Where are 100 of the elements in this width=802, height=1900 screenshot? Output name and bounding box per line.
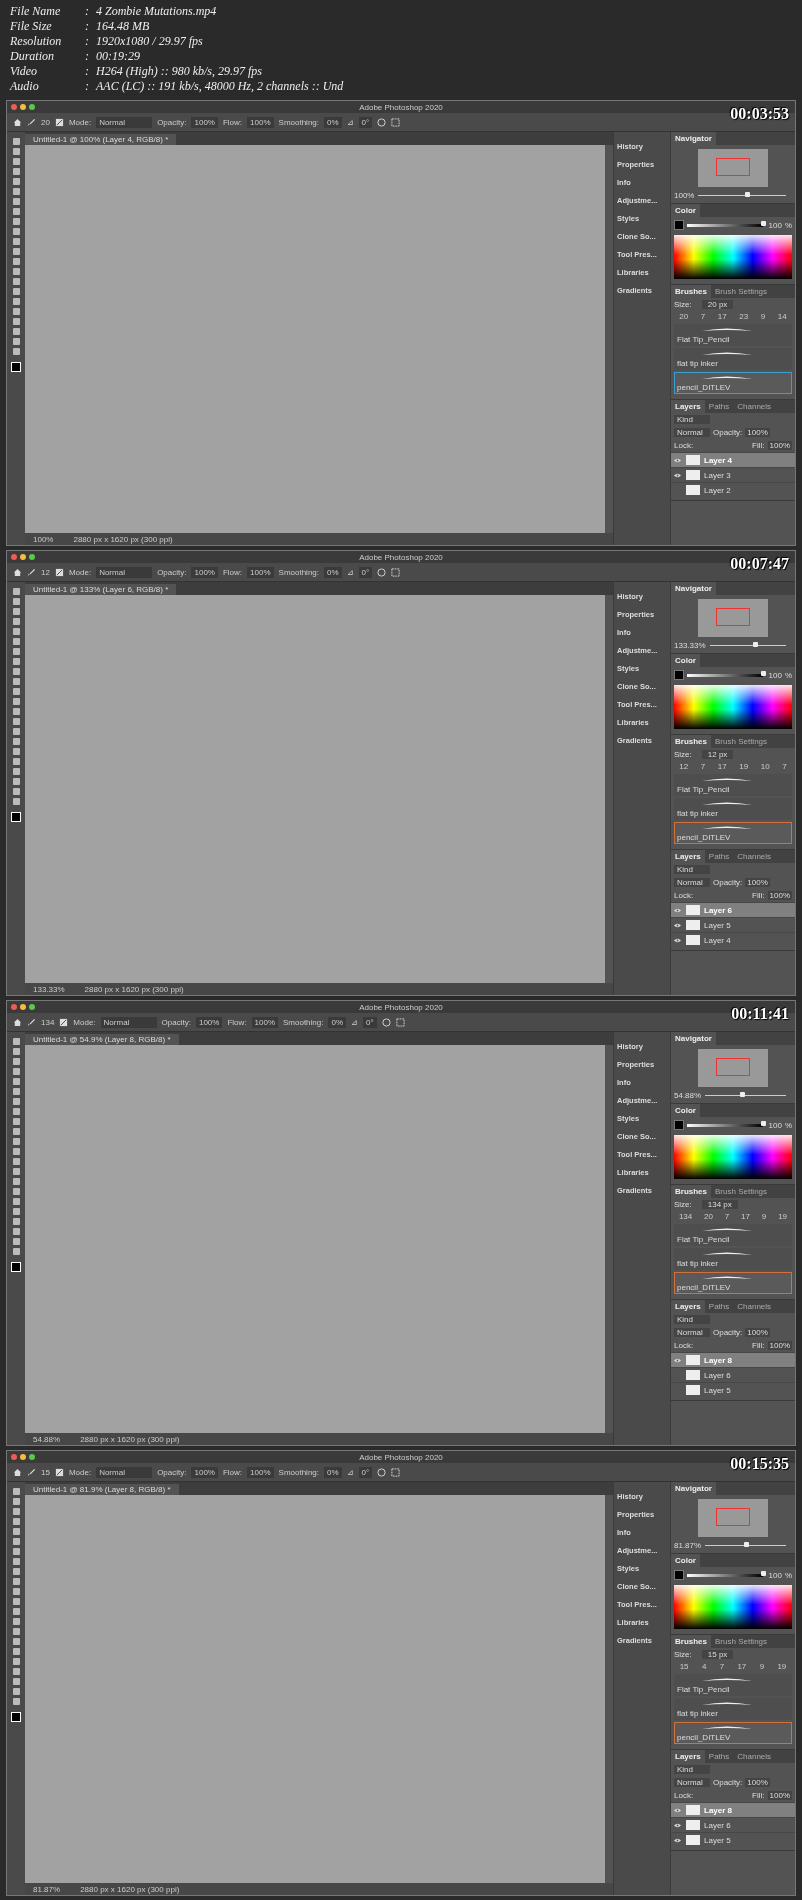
brush-preset[interactable]: 7 (700, 312, 706, 321)
panel-tab[interactable]: Layers (671, 1300, 705, 1313)
panel-tab[interactable]: Channels (733, 400, 776, 413)
color-value[interactable]: 100 (768, 1120, 782, 1130)
opacity-field[interactable]: 100% (745, 428, 770, 437)
brush-preset[interactable]: 19 (739, 762, 749, 771)
panel-tab[interactable]: Brush Settings (711, 285, 772, 298)
panel-tab[interactable]: Channels (733, 850, 776, 863)
size-field[interactable]: 20 px (701, 300, 734, 309)
eye-icon[interactable] (674, 472, 681, 478)
eye-icon[interactable] (674, 1837, 681, 1843)
document-tab[interactable]: Untitled-1 @ 133% (Layer 6, RGB/8) * (25, 584, 177, 595)
brush-settings-icon[interactable] (54, 567, 64, 577)
brush-preset[interactable]: 9 (760, 312, 766, 321)
panel-tab[interactable]: Navigator (671, 582, 716, 595)
pressure-icon[interactable] (377, 117, 387, 127)
layer-row[interactable]: Layer 5 (671, 1382, 795, 1397)
brush-preset[interactable]: 15 (679, 1662, 689, 1671)
brush-preset[interactable]: 17 (717, 762, 727, 771)
pressure-icon[interactable] (377, 567, 387, 577)
color-swatch-icon[interactable] (674, 1570, 684, 1580)
brush-item[interactable]: pencil_DITLEV (674, 1722, 792, 1744)
maximize-icon[interactable] (29, 1454, 35, 1460)
panel-tab[interactable]: Paths (704, 850, 734, 863)
filter-dropdown[interactable]: Kind (674, 1315, 710, 1324)
minimize-icon[interactable] (20, 1004, 26, 1010)
eye-icon[interactable] (674, 457, 681, 463)
home-icon[interactable] (13, 117, 22, 127)
color-spectrum[interactable] (674, 1585, 792, 1629)
document-tab[interactable]: Untitled-1 @ 100% (Layer 4, RGB/8) * (25, 134, 177, 145)
slider-thumb[interactable] (760, 1120, 766, 1126)
minimize-icon[interactable] (20, 104, 26, 110)
close-icon[interactable] (11, 1454, 17, 1460)
blend-mode-dropdown[interactable]: Normal (674, 1328, 710, 1337)
brush-icon[interactable] (27, 1467, 36, 1477)
slider-thumb[interactable] (753, 642, 759, 647)
panel-tab[interactable]: Layers (671, 1750, 705, 1763)
panel-tab[interactable]: Navigator (671, 1032, 716, 1045)
eye-icon[interactable] (674, 907, 681, 913)
panel-tab[interactable]: Layers (671, 850, 705, 863)
blend-mode-dropdown[interactable]: Normal (674, 1778, 710, 1787)
symmetry-icon[interactable] (391, 117, 401, 127)
close-icon[interactable] (11, 554, 17, 560)
brush-preset[interactable]: 17 (717, 312, 727, 321)
brush-item[interactable]: Flat Tip_Pencil (674, 324, 792, 346)
filter-dropdown[interactable]: Kind (674, 865, 710, 874)
brush-item[interactable]: Flat Tip_Pencil (674, 1224, 792, 1246)
layer-row[interactable]: Layer 6 (671, 1817, 795, 1832)
brush-item[interactable]: Flat Tip_Pencil (674, 774, 792, 796)
panel-tab[interactable]: Channels (733, 1750, 776, 1763)
brush-item[interactable]: Flat Tip_Pencil (674, 1674, 792, 1696)
slider-thumb[interactable] (739, 1092, 745, 1097)
brightness-slider[interactable] (687, 223, 763, 227)
panel-tab[interactable]: Paths (704, 1750, 734, 1763)
panel-tab[interactable]: Brush Settings (711, 1185, 772, 1198)
brush-size-value[interactable]: 12 (41, 567, 50, 577)
option-dropdown[interactable]: Normal (96, 1466, 153, 1478)
eye-icon[interactable] (674, 937, 681, 943)
minimize-icon[interactable] (20, 554, 26, 560)
maximize-icon[interactable] (29, 104, 35, 110)
brush-size-value[interactable]: 134 (41, 1017, 55, 1027)
panel-tab[interactable]: Paths (704, 400, 734, 413)
brush-icon[interactable] (27, 567, 36, 577)
layer-row[interactable]: Layer 8 (671, 1802, 795, 1817)
slider-thumb[interactable] (760, 220, 766, 226)
layer-row[interactable]: Layer 2 (671, 482, 795, 497)
panel-tab[interactable]: Brushes (671, 1635, 711, 1648)
option-dropdown[interactable]: 100% (251, 1016, 278, 1028)
brush-preset[interactable]: 19 (777, 1662, 787, 1671)
option-dropdown[interactable]: 100% (247, 1466, 274, 1478)
home-icon[interactable] (13, 567, 22, 577)
color-swatch-icon[interactable] (674, 670, 684, 680)
eye-icon[interactable] (674, 922, 681, 928)
brush-preset[interactable]: 17 (737, 1662, 747, 1671)
eye-icon[interactable] (674, 1807, 681, 1813)
filter-dropdown[interactable]: Kind (674, 1765, 710, 1774)
panel-tab[interactable]: Layers (671, 400, 705, 413)
brush-preset[interactable]: 4 (701, 1662, 707, 1671)
brush-preset[interactable]: 10 (760, 762, 770, 771)
size-field[interactable]: 15 px (701, 1650, 734, 1659)
pressure-icon[interactable] (377, 1467, 387, 1477)
brush-item[interactable]: pencil_DITLEV (674, 1272, 792, 1294)
opacity-field[interactable]: 100% (745, 1778, 770, 1787)
panel-tab[interactable]: Paths (704, 1300, 734, 1313)
home-icon[interactable] (13, 1467, 22, 1477)
brush-item[interactable]: pencil_DITLEV (674, 372, 792, 394)
brush-icon[interactable] (27, 117, 36, 127)
brush-preset[interactable]: 23 (739, 312, 749, 321)
option-dropdown[interactable]: 0° (363, 1016, 377, 1028)
brush-item[interactable]: flat tip inker (674, 798, 792, 820)
layer-row[interactable]: Layer 5 (671, 1832, 795, 1847)
home-icon[interactable] (13, 1017, 22, 1027)
option-dropdown[interactable]: Normal (96, 566, 153, 578)
option-dropdown[interactable]: Normal (100, 1016, 157, 1028)
slider-thumb[interactable] (760, 1570, 766, 1576)
brush-preset[interactable]: 7 (782, 762, 787, 771)
option-dropdown[interactable]: 100% (247, 566, 274, 578)
brush-preset[interactable]: 17 (741, 1212, 750, 1221)
layer-row[interactable]: Layer 4 (671, 452, 795, 467)
panel-tab[interactable]: Brushes (671, 285, 711, 298)
